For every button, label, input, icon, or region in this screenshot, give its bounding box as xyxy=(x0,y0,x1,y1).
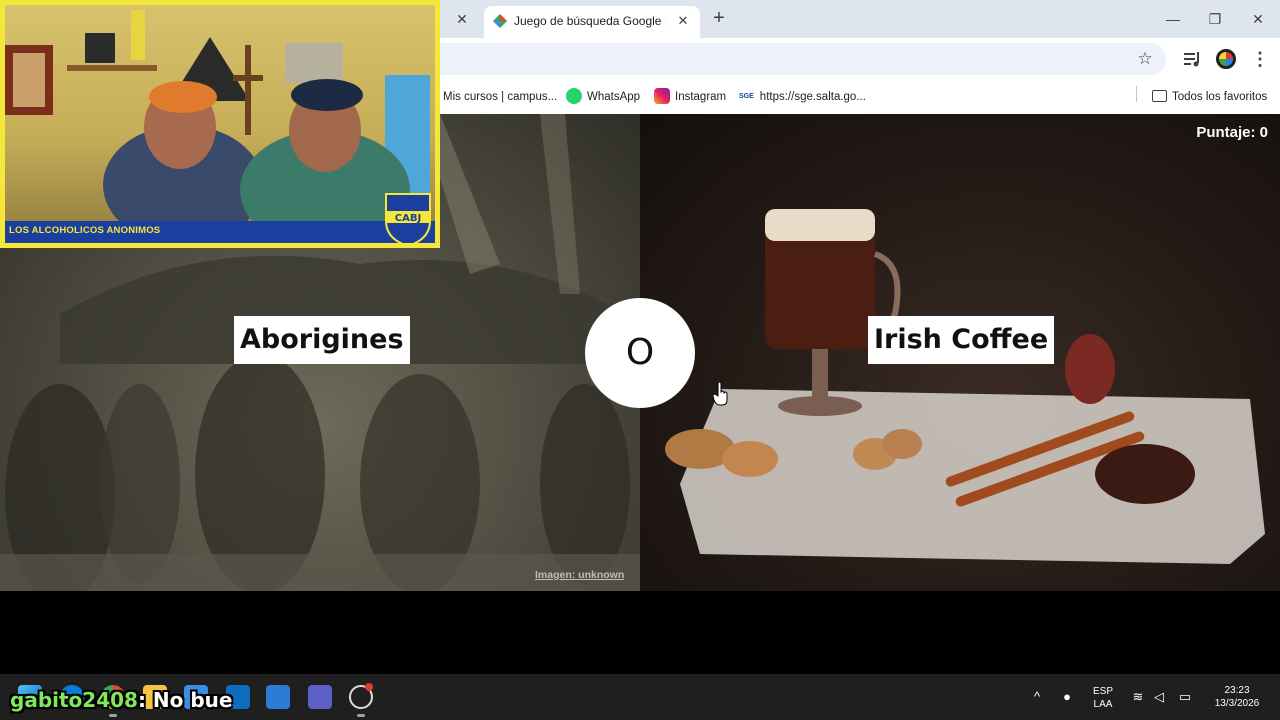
bookmark-label: WhatsApp xyxy=(587,91,641,103)
whatsapp-icon xyxy=(566,87,582,104)
restore-icon[interactable]: ❐ xyxy=(1200,6,1230,32)
profile-avatar-icon[interactable] xyxy=(1216,49,1236,69)
hand-cursor-icon xyxy=(713,382,728,406)
media-controls-icon[interactable] xyxy=(1182,49,1202,69)
tab-title: Juego de búsqueda Google : ¿Cuál tiene m… xyxy=(514,14,666,28)
input-language[interactable]: ESP LAA xyxy=(1090,685,1116,711)
wifi-icon[interactable]: ≋ xyxy=(1129,688,1147,706)
bookmark-label: Instagram xyxy=(675,91,727,103)
microphone-icon[interactable]: ● xyxy=(1058,688,1076,706)
or-circle: O xyxy=(585,298,695,408)
language-code: ESP xyxy=(1092,686,1113,697)
chrome-active-indicator xyxy=(109,714,117,717)
webcam-banner-text: LOS ALCOHOLICOS ANONIMOS xyxy=(9,225,161,236)
minimize-icon[interactable]: — xyxy=(1158,6,1188,32)
keyboard-layout: LAA xyxy=(1093,699,1113,710)
clock-time: 23:23 xyxy=(1224,685,1250,696)
clock-date: 13/3/2026 xyxy=(1214,698,1260,709)
all-bookmarks-folder[interactable]: Todos los favoritos xyxy=(1152,87,1267,107)
volume-icon[interactable]: ◁ xyxy=(1150,688,1168,706)
image-credit-link[interactable]: Imagen: unknown xyxy=(535,569,624,581)
boca-juniors-badge-icon: CABJ xyxy=(385,193,431,243)
right-option-panel[interactable]: Irish Coffee Puntaje: 0 xyxy=(640,114,1280,591)
close-window-icon[interactable]: ✕ xyxy=(1243,6,1273,32)
bookmark-label: https://sge.salta.go... xyxy=(759,91,866,104)
bookmark-sge[interactable]: SGE https://sge.salta.go... xyxy=(739,87,866,107)
bookmark-campus[interactable]: Mis cursos | campus... xyxy=(443,87,557,107)
bookmarks-divider xyxy=(1136,86,1137,102)
new-tab-icon[interactable]: + xyxy=(708,7,730,29)
screen: ✕ Juego de búsqueda Google : ¿Cuál tiene… xyxy=(0,0,1280,720)
chat-username: gabito2408 xyxy=(10,688,138,712)
clock[interactable]: 23:23 13/3/2026 xyxy=(1206,684,1268,710)
svg-text:CABJ: CABJ xyxy=(395,213,421,224)
game-favicon-icon xyxy=(493,14,507,28)
left-option-label: Aborigines xyxy=(234,316,410,364)
bookmark-whatsapp[interactable]: WhatsApp xyxy=(566,87,640,107)
bookmark-instagram[interactable]: Instagram xyxy=(654,87,726,107)
instagram-icon xyxy=(654,87,670,104)
battery-icon[interactable]: ▭ xyxy=(1176,688,1194,706)
right-option-label: Irish Coffee xyxy=(868,316,1055,364)
tab-close-icon[interactable]: ✕ xyxy=(674,12,692,30)
tab-google-search-game[interactable]: Juego de búsqueda Google : ¿Cuál tiene m… xyxy=(484,6,700,38)
bookmark-label: Mis cursos | campus... xyxy=(443,91,558,103)
webcam-overlay: LOS ALCOHOLICOS ANONIMOS CABJ xyxy=(0,0,440,248)
word-icon[interactable] xyxy=(266,685,290,709)
bookmark-star-icon[interactable]: ☆ xyxy=(1136,50,1154,68)
tray-overflow-icon[interactable]: ^ xyxy=(1028,688,1046,706)
all-bookmarks-label: Todos los favoritos xyxy=(1172,91,1268,103)
webcam-scene xyxy=(5,10,430,243)
teams-icon[interactable] xyxy=(308,685,332,709)
recording-badge-icon xyxy=(365,683,373,691)
folder-icon xyxy=(1152,89,1167,102)
sge-icon: SGE xyxy=(739,93,754,100)
score-label: Puntaje: 0 xyxy=(1196,124,1268,141)
webcam-banner: LOS ALCOHOLICOS ANONIMOS xyxy=(5,221,435,243)
previous-tab-close-icon[interactable]: ✕ xyxy=(452,9,472,29)
obs-active-indicator xyxy=(357,714,365,717)
address-bar[interactable] xyxy=(400,43,1166,75)
chat-message: : No bue xyxy=(137,688,233,712)
browser-menu-icon[interactable]: ⋮ xyxy=(1250,48,1270,70)
chat-overlay: gabito2408: No bue xyxy=(10,688,232,712)
